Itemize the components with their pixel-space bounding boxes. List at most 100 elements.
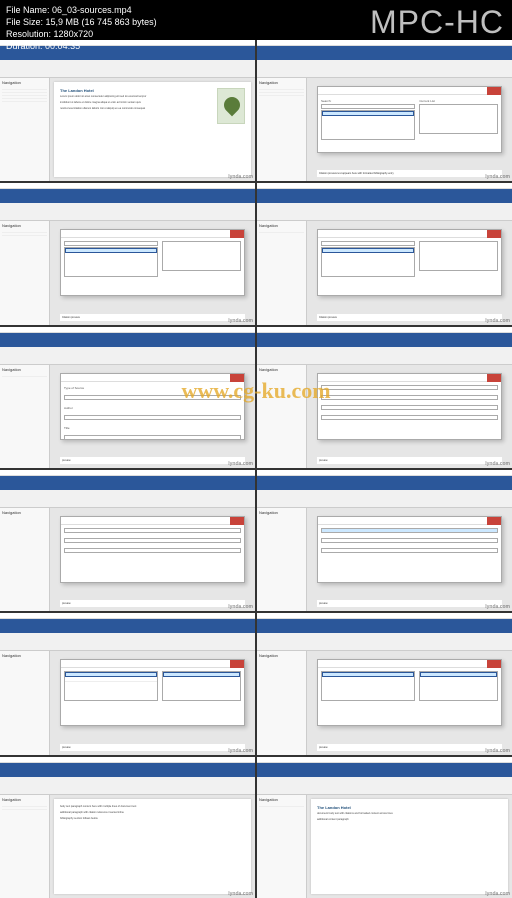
thumbnail-7[interactable]: Navigation preview lynda.com	[0, 470, 255, 611]
preview-text: preview	[60, 744, 245, 751]
close-icon[interactable]	[230, 517, 244, 525]
nav-title: Navigation	[2, 510, 47, 515]
document-page: body text paragraph content here with mu…	[54, 799, 251, 894]
file-info-overlay: File Name: 06_03-sources.mp4 File Size: …	[6, 4, 157, 52]
filename-label: File Name:	[6, 5, 50, 15]
author-label: Author	[64, 406, 241, 410]
close-icon[interactable]	[487, 230, 501, 238]
author-input[interactable]	[64, 415, 241, 420]
thumbnail-4[interactable]: Navigation Citation preview lynda.com	[257, 183, 512, 324]
year-input[interactable]	[321, 415, 498, 420]
duration-value: 00:04:35	[45, 41, 80, 51]
field-input-selected[interactable]	[321, 528, 498, 533]
lynda-watermark: lynda.com	[485, 604, 510, 610]
author-input[interactable]	[321, 395, 498, 400]
document-page: The Landon Hotel document body text with…	[311, 799, 508, 894]
lynda-watermark: lynda.com	[228, 891, 253, 897]
field-input[interactable]	[64, 548, 241, 553]
field-input[interactable]	[64, 528, 241, 533]
navigation-pane: Navigation	[0, 78, 50, 181]
preview-text: preview	[317, 457, 502, 464]
title-input[interactable]	[64, 435, 241, 440]
preview-text: preview	[60, 457, 245, 464]
lynda-watermark: lynda.com	[228, 748, 253, 754]
thumbnail-9[interactable]: Navigation preview lynda.com	[0, 613, 255, 754]
duration-label: Duration:	[6, 41, 43, 51]
field-input[interactable]	[321, 548, 498, 553]
resolution-label: Resolution:	[6, 29, 51, 39]
lynda-watermark: lynda.com	[228, 174, 253, 180]
thumbnail-11[interactable]: Navigation body text paragraph content h…	[0, 757, 255, 898]
type-select[interactable]	[321, 385, 498, 390]
title-input[interactable]	[321, 405, 498, 410]
nav-title: Navigation	[2, 80, 47, 85]
list-item[interactable]	[322, 111, 414, 116]
lynda-watermark: lynda.com	[485, 318, 510, 324]
current-list-label: Current List	[419, 99, 498, 103]
search-label: Search:	[321, 99, 415, 103]
nav-title: Navigation	[2, 797, 47, 802]
source-manager-dialog	[317, 229, 502, 296]
doc-heading: The Landon Hotel	[317, 805, 502, 810]
search-input[interactable]	[64, 241, 158, 246]
source-manager-dialog	[317, 659, 502, 726]
ribbon-toolbar	[0, 60, 255, 78]
close-icon[interactable]	[487, 87, 501, 95]
nav-title: Navigation	[259, 223, 304, 228]
thumbnail-1[interactable]: Navigation The Landon Hotel Lorem ipsum …	[0, 40, 255, 181]
current-list[interactable]	[419, 104, 498, 134]
thumbnail-8[interactable]: Navigation preview lynda.com	[257, 470, 512, 611]
nav-title: Navigation	[2, 367, 47, 372]
search-input[interactable]	[321, 241, 415, 246]
lynda-watermark: lynda.com	[228, 604, 253, 610]
lynda-watermark: lynda.com	[228, 461, 253, 467]
field-input[interactable]	[64, 538, 241, 543]
filename-value: 06_03-sources.mp4	[52, 5, 132, 15]
create-source-dialog	[60, 516, 245, 583]
close-icon[interactable]	[230, 660, 244, 668]
nav-title: Navigation	[2, 223, 47, 228]
close-icon[interactable]	[230, 230, 244, 238]
thumbnail-grid: Navigation The Landon Hotel Lorem ipsum …	[0, 40, 512, 898]
nav-title: Navigation	[259, 510, 304, 515]
nav-title: Navigation	[2, 653, 47, 658]
preview-text: preview	[317, 744, 502, 751]
player-logo: MPC-HC	[370, 4, 504, 41]
document-image	[217, 88, 245, 124]
lynda-watermark: lynda.com	[228, 318, 253, 324]
lynda-watermark: lynda.com	[485, 174, 510, 180]
field-input[interactable]	[321, 538, 498, 543]
thumbnail-12[interactable]: Navigation The Landon Hotel document bod…	[257, 757, 512, 898]
filesize-value: 15,9 MB (16 745 863 bytes)	[46, 17, 157, 27]
close-icon[interactable]	[230, 374, 244, 382]
nav-item	[2, 99, 47, 102]
close-icon[interactable]	[487, 374, 501, 382]
nav-title: Navigation	[259, 80, 304, 85]
document-page: The Landon Hotel Lorem ipsum dolor sit a…	[54, 82, 251, 177]
resolution-value: 1280x720	[54, 29, 94, 39]
thumbnail-6[interactable]: Navigation preview lynda.com	[257, 327, 512, 468]
preview-text: preview	[317, 600, 502, 607]
lynda-watermark: lynda.com	[485, 891, 510, 897]
navigation-pane: Navigation	[257, 78, 307, 181]
thumbnail-10[interactable]: Navigation preview lynda.com	[257, 613, 512, 754]
close-icon[interactable]	[487, 660, 501, 668]
search-input[interactable]	[321, 104, 415, 109]
master-list[interactable]	[321, 110, 415, 140]
create-source-dialog	[317, 516, 502, 583]
preview-text: Citation preview	[317, 314, 502, 321]
preview-text: preview	[60, 600, 245, 607]
title-label: Title	[64, 426, 241, 430]
source-manager-dialog	[60, 229, 245, 296]
type-select[interactable]	[64, 395, 241, 400]
thumbnail-5[interactable]: Navigation Type of Source Author Title p…	[0, 327, 255, 468]
thumbnail-3[interactable]: Navigation Citation preview lynda.com	[0, 183, 255, 324]
lynda-watermark: lynda.com	[485, 461, 510, 467]
close-icon[interactable]	[487, 517, 501, 525]
filesize-label: File Size:	[6, 17, 43, 27]
lynda-watermark: lynda.com	[485, 748, 510, 754]
thumbnail-2[interactable]: Navigation Search:	[257, 40, 512, 181]
create-source-dialog: Type of Source Author Title	[60, 373, 245, 440]
create-source-dialog	[317, 373, 502, 440]
preview-text: Citation preview text appears here with …	[317, 170, 502, 177]
